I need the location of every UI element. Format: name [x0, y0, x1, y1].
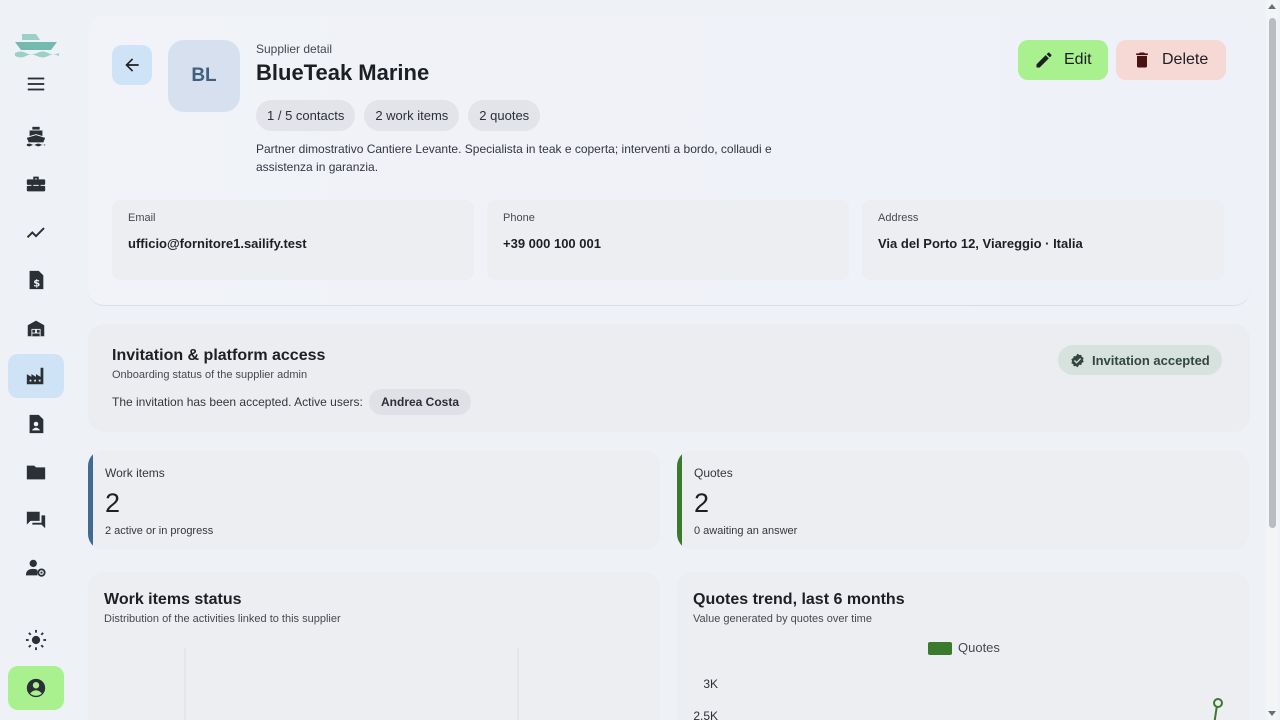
invitation-text: The invitation has been accepted. Active…: [112, 395, 363, 409]
supplier-avatar: BL: [168, 40, 240, 112]
stat-label: Work items: [105, 466, 165, 480]
work-items-chip: 2 work items: [364, 100, 460, 131]
phone-value[interactable]: +39 000 100 001: [503, 236, 833, 251]
main-content: BL Supplier detail BlueTeak Marine 1 / 5…: [88, 0, 1250, 720]
active-user-chip[interactable]: Andrea Costa: [369, 389, 472, 415]
page-title: BlueTeak Marine: [256, 60, 430, 85]
address-label: Address: [878, 212, 919, 224]
edit-button[interactable]: Edit: [1018, 40, 1108, 80]
factory-icon[interactable]: [8, 354, 64, 398]
work-items-status-card: Work items status Distribution of the ac…: [88, 572, 660, 720]
invitation-title: Invitation & platform access: [112, 347, 326, 364]
stat-value: 2: [105, 488, 121, 518]
stat-value: 2: [694, 488, 710, 518]
invoice-icon[interactable]: $: [8, 258, 64, 302]
data-point: [1213, 698, 1223, 708]
quotes-trend-chart: Quotes 3K 2.5K: [693, 640, 1223, 720]
delete-button[interactable]: Delete: [1116, 40, 1226, 80]
scrollbar-thumb[interactable]: [1269, 18, 1276, 528]
status-chart: [184, 648, 519, 720]
chat-icon[interactable]: [8, 498, 64, 542]
quotes-stat-card: Quotes 2 0 awaiting an answer: [677, 450, 1249, 550]
toolbox-icon[interactable]: [8, 162, 64, 206]
address-box: Address Via del Porto 12, Viareggio · It…: [862, 200, 1224, 280]
legend-swatch: [928, 642, 952, 655]
work-items-stat-card: Work items 2 2 active or in progress: [88, 450, 660, 550]
phone-label: Phone: [503, 212, 535, 224]
status-badge: Invitation accepted: [1058, 345, 1222, 375]
stat-subtitle: 0 awaiting an answer: [694, 525, 798, 537]
email-value[interactable]: ufficio@fornitore1.sailify.test: [128, 236, 458, 251]
pencil-icon: [1036, 52, 1052, 68]
stat-accent-bar: [677, 450, 682, 550]
account-icon[interactable]: [8, 666, 64, 710]
stat-subtitle: 2 active or in progress: [105, 525, 214, 537]
legend-label: Quotes: [958, 640, 1000, 655]
scrollbar[interactable]: [1266, 0, 1278, 720]
scroll-down-arrow[interactable]: [1268, 711, 1276, 716]
contacts-chip: 1 / 5 contacts: [256, 100, 356, 131]
trend-icon[interactable]: [8, 210, 64, 254]
contact-file-icon[interactable]: [8, 402, 64, 446]
stat-label: Quotes: [694, 466, 733, 480]
scroll-up-arrow[interactable]: [1268, 4, 1276, 9]
user-settings-icon[interactable]: [8, 546, 64, 590]
back-button[interactable]: [112, 45, 152, 85]
quotes-trend-card: Quotes trend, last 6 months Value genera…: [677, 572, 1249, 720]
ship-icon[interactable]: [8, 114, 64, 158]
sidebar: $: [0, 0, 72, 720]
theme-icon[interactable]: [8, 618, 64, 662]
page-subtitle: Supplier detail: [256, 42, 333, 56]
y-tick-label: 2.5K: [693, 709, 718, 720]
warehouse-icon[interactable]: [8, 306, 64, 350]
verified-check-icon: [1071, 353, 1084, 367]
y-tick-label: 3K: [703, 677, 718, 691]
status-badge-label: Invitation accepted: [1092, 352, 1210, 368]
svg-text:$: $: [33, 278, 40, 289]
menu-icon[interactable]: [8, 62, 64, 106]
stat-accent-bar: [88, 450, 93, 550]
ship-logo-icon[interactable]: [13, 30, 59, 60]
arrow-left-icon: [125, 58, 139, 72]
summary-chips: 1 / 5 contacts 2 work items 2 quotes: [256, 100, 541, 131]
edit-label: Edit: [1064, 51, 1092, 68]
supplier-description: Partner dimostrativo Cantiere Levante. S…: [256, 142, 772, 174]
quotes-chip: 2 quotes: [468, 100, 541, 131]
address-value: Via del Porto 12, Viareggio · Italia: [878, 236, 1083, 251]
trash-icon: [1136, 52, 1148, 68]
folder-icon[interactable]: [8, 450, 64, 494]
invitation-subtitle: Onboarding status of the supplier admin: [112, 369, 308, 381]
delete-label: Delete: [1162, 51, 1209, 68]
email-box: Email ufficio@fornitore1.sailify.test: [112, 200, 474, 280]
supplier-header-card: BL Supplier detail BlueTeak Marine 1 / 5…: [88, 16, 1250, 306]
phone-box: Phone +39 000 100 001: [487, 200, 849, 280]
email-label: Email: [128, 212, 156, 224]
invitation-card: Invitation & platform access Onboarding …: [88, 324, 1250, 432]
